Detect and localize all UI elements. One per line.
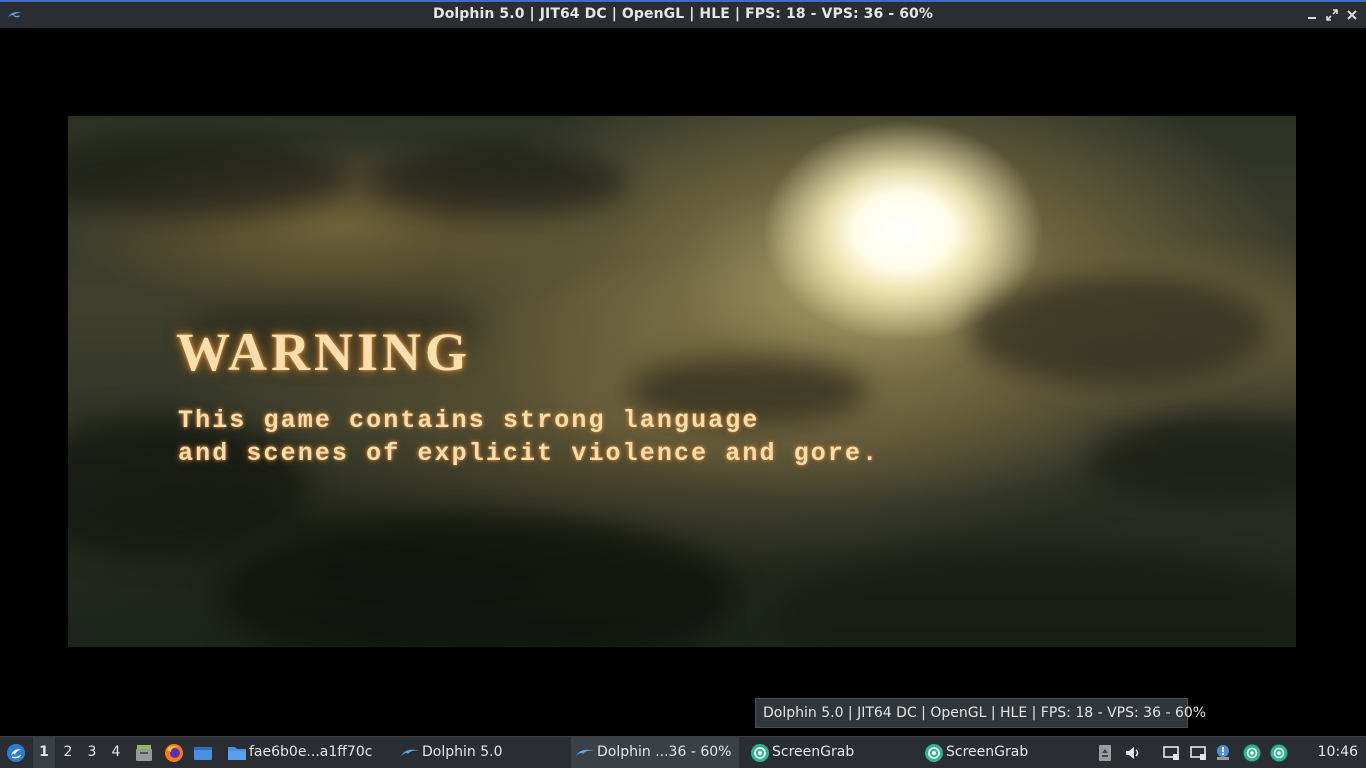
taskbar: 1 2 3 4 fae6b0e...a1ff70c Dolphin 5.0 Do… (0, 736, 1366, 768)
game-render-frame: WARNING This game contains strong langua… (68, 116, 1296, 647)
dolphin-icon (401, 749, 419, 756)
desktop-2[interactable]: 2 (57, 737, 79, 768)
desktop-1[interactable]: 1 (33, 737, 55, 768)
window-icon[interactable] (1189, 744, 1207, 762)
screengrab-tray-icon[interactable] (1270, 744, 1288, 762)
removable-media-icon[interactable] (1096, 744, 1114, 762)
notification-icon[interactable] (1214, 744, 1232, 762)
volume-icon[interactable] (1124, 744, 1142, 762)
screengrab-icon (751, 744, 769, 762)
task-dolphin-game[interactable]: Dolphin ...36 - 60% (571, 737, 739, 768)
task-dolphin-main[interactable]: Dolphin 5.0 (396, 737, 568, 768)
screen-icon[interactable] (1162, 744, 1180, 762)
quicklaunch-firefox[interactable] (163, 737, 185, 768)
warning-heading: WARNING (176, 322, 472, 382)
maximize-icon (1326, 9, 1338, 21)
maximize-button[interactable] (1324, 7, 1340, 23)
dolphin-icon (576, 749, 594, 756)
lxqt-menu-icon (7, 744, 25, 762)
desktop-4[interactable]: 4 (105, 737, 127, 768)
task-tooltip: Dolphin 5.0 | JIT64 DC | OpenGL | HLE | … (755, 698, 1206, 728)
desktop-3[interactable]: 3 (81, 737, 103, 768)
task-label: ScreenGrab (946, 744, 1029, 760)
warning-line-1: This game contains strong language (178, 406, 760, 435)
close-button[interactable] (1344, 7, 1360, 23)
task-label: ScreenGrab (772, 744, 855, 760)
window-title: Dolphin 5.0 | JIT64 DC | OpenGL | HLE | … (432, 6, 934, 22)
folder-icon (228, 747, 246, 760)
window-titlebar[interactable]: Dolphin 5.0 | JIT64 DC | OpenGL | HLE | … (0, 0, 1366, 28)
task-label: Dolphin 5.0 (422, 744, 503, 760)
minimize-button[interactable] (1304, 7, 1320, 23)
archive-icon (136, 745, 152, 761)
task-label: Dolphin ...36 - 60% (597, 744, 732, 760)
screengrab-tray-icon[interactable] (1243, 744, 1261, 762)
warning-line-2: and scenes of explicit violence and gore… (178, 439, 880, 468)
quicklaunch-desktop[interactable] (192, 737, 214, 768)
quicklaunch-archive[interactable] (133, 737, 155, 768)
clock[interactable]: 10:46 (1318, 737, 1358, 768)
close-icon (1347, 10, 1357, 20)
minimize-icon (1308, 17, 1316, 19)
task-label: fae6b0e...a1ff70c (249, 744, 373, 760)
show-desktop-icon (194, 747, 212, 760)
firefox-icon (165, 744, 183, 762)
screengrab-icon (925, 744, 943, 762)
task-file-manager[interactable]: fae6b0e...a1ff70c (223, 737, 393, 768)
start-menu-button[interactable] (4, 737, 30, 768)
task-screengrab-1[interactable]: ScreenGrab (746, 737, 916, 768)
task-screengrab-2[interactable]: ScreenGrab (920, 737, 1090, 768)
game-viewport[interactable]: WARNING This game contains strong langua… (0, 28, 1366, 736)
